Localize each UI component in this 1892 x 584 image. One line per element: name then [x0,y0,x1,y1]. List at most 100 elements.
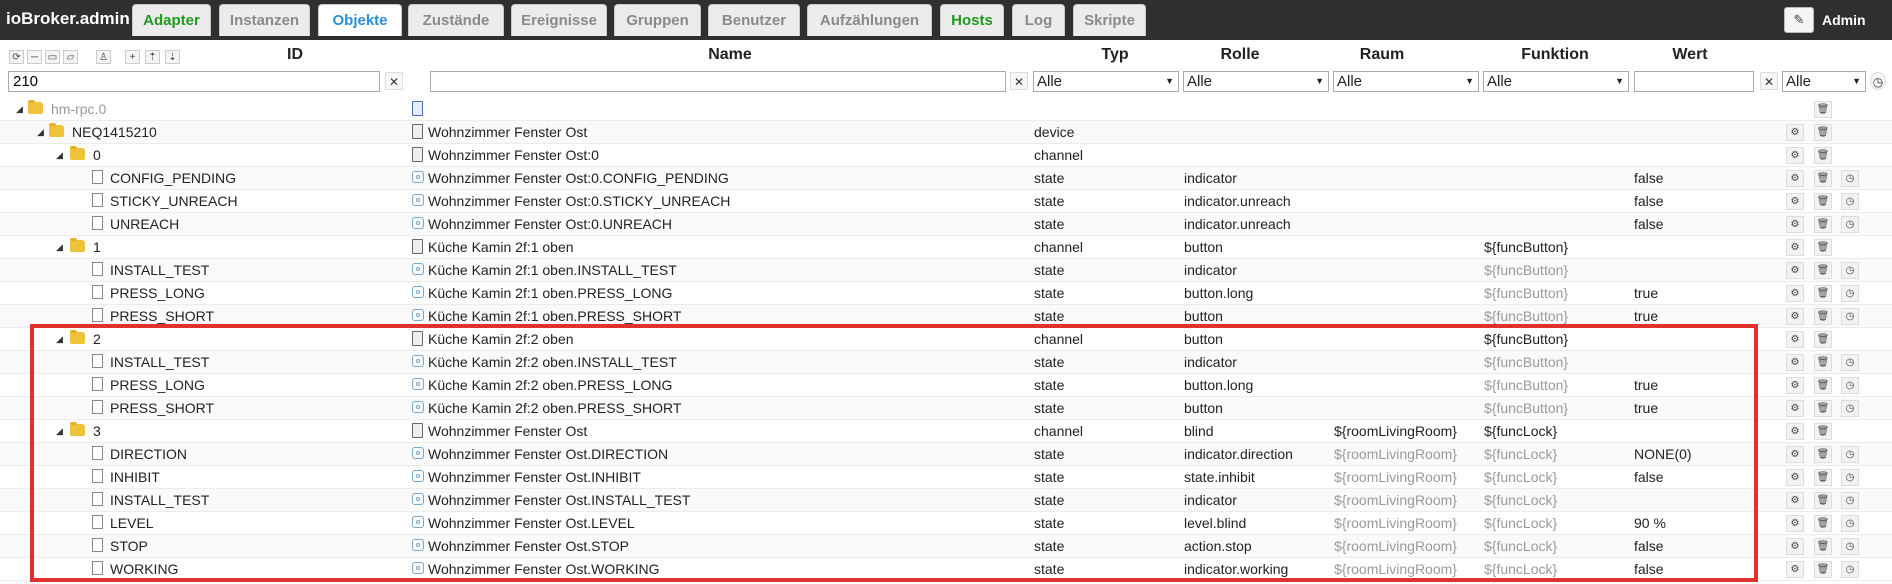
delete-button[interactable]: 🗑 [1814,308,1832,325]
upload-icon[interactable]: ⇡ [145,50,160,64]
role-filter-select[interactable]: Alle ▼ [1183,71,1329,92]
table-row[interactable]: LEVEL Wohnzimmer Fenster Ost.LEVEL state le… [0,512,1892,535]
settings-button[interactable]: ⚙ [1786,492,1804,509]
value-filter-input[interactable] [1634,71,1754,92]
history-button[interactable]: ◷ [1841,561,1859,578]
history-button[interactable]: ◷ [1841,285,1859,302]
user-label[interactable]: Admin [1822,12,1866,28]
table-row[interactable]: INSTALL_TEST Küche Kamin 2f:2 oben.INSTAL… [0,351,1892,374]
name-filter-input[interactable] [430,71,1006,92]
settings-button[interactable]: ⚙ [1786,216,1804,233]
table-row[interactable]: CONFIG_PENDING Wohnzimmer Fenster Ost:0.C… [0,167,1892,190]
tab-objekte[interactable]: Objekte [318,4,402,36]
history-button[interactable]: ◷ [1841,262,1859,279]
expand-triangle-icon[interactable]: ◢ [16,104,23,115]
settings-button[interactable]: ⚙ [1786,285,1804,302]
table-row[interactable]: ◢ 0 Wohnzimmer Fenster Ost:0 channel ⚙ 🗑 [0,144,1892,167]
settings-button[interactable]: ⚙ [1786,446,1804,463]
delete-button[interactable]: 🗑 [1814,446,1832,463]
clock-icon[interactable]: ◷ [1870,72,1886,90]
add-icon[interactable]: + [125,50,140,64]
table-row[interactable]: INSTALL_TEST Küche Kamin 2f:1 oben.INSTAL… [0,259,1892,282]
tab-benutzer[interactable]: Benutzer [708,4,800,36]
refresh-icon[interactable]: ⟳ [9,50,24,64]
history-button[interactable]: ◷ [1841,515,1859,532]
column-header-name[interactable]: Name [690,46,770,64]
expand-triangle-icon[interactable]: ◢ [56,426,63,437]
settings-button[interactable]: ⚙ [1786,331,1804,348]
history-button[interactable]: ◷ [1841,377,1859,394]
delete-button[interactable]: 🗑 [1814,193,1832,210]
collapse-all-icon[interactable]: ─ [27,50,42,64]
type-filter-select[interactable]: Alle ▼ [1033,71,1179,92]
user-icon[interactable]: ♙ [96,50,111,64]
table-row[interactable]: INSTALL_TEST Wohnzimmer Fenster Ost.INSTA… [0,489,1892,512]
settings-button[interactable]: ⚙ [1786,239,1804,256]
settings-button[interactable]: ⚙ [1786,147,1804,164]
tab-aufzählungen[interactable]: Aufzählungen [807,4,932,36]
delete-button[interactable]: 🗑 [1814,423,1832,440]
tab-skripte[interactable]: Skripte [1073,4,1146,36]
delete-button[interactable]: 🗑 [1814,124,1832,141]
delete-button[interactable]: 🗑 [1814,400,1832,417]
column-header-value[interactable]: Wert [1660,46,1720,64]
delete-button[interactable]: 🗑 [1814,515,1832,532]
settings-button[interactable]: ⚙ [1786,561,1804,578]
tab-ereignisse[interactable]: Ereignisse [511,4,607,36]
table-row[interactable]: ◢ 2 Küche Kamin 2f:2 oben channel button ${fu… [0,328,1892,351]
tab-log[interactable]: Log [1012,4,1065,36]
clear-id-filter-icon[interactable]: ✕ [385,72,403,90]
settings-button[interactable]: ⚙ [1786,400,1804,417]
delete-button[interactable]: 🗑 [1814,170,1832,187]
history-button[interactable]: ◷ [1841,216,1859,233]
delete-button[interactable]: 🗑 [1814,101,1832,118]
settings-button[interactable]: ⚙ [1786,538,1804,555]
tab-zustände[interactable]: Zustände [408,4,504,36]
clear-value-filter-icon[interactable]: ✕ [1760,72,1778,90]
history-button[interactable]: ◷ [1841,538,1859,555]
download-icon[interactable]: ⇣ [165,50,180,64]
settings-button[interactable]: ⚙ [1786,193,1804,210]
column-header-role[interactable]: Rolle [1205,46,1275,64]
table-row[interactable]: ◢ hm-rpc.0 🗑 [0,98,1892,121]
delete-button[interactable]: 🗑 [1814,239,1832,256]
open-folder-icon[interactable]: ▱ [63,50,78,64]
settings-button[interactable]: ⚙ [1786,469,1804,486]
expand-triangle-icon[interactable]: ◢ [37,127,44,138]
tab-hosts[interactable]: Hosts [940,4,1004,36]
delete-button[interactable]: 🗑 [1814,216,1832,233]
history-button[interactable]: ◷ [1841,308,1859,325]
table-row[interactable]: PRESS_LONG Küche Kamin 2f:2 oben.PRESS_LO… [0,374,1892,397]
expand-triangle-icon[interactable]: ◢ [56,150,63,161]
delete-button[interactable]: 🗑 [1814,331,1832,348]
delete-button[interactable]: 🗑 [1814,285,1832,302]
delete-button[interactable]: 🗑 [1814,469,1832,486]
table-row[interactable]: PRESS_SHORT Küche Kamin 2f:2 oben.PRESS_S… [0,397,1892,420]
function-filter-select[interactable]: Alle ▼ [1483,71,1629,92]
column-header-function[interactable]: Funktion [1510,46,1600,64]
settings-button[interactable]: ⚙ [1786,170,1804,187]
clear-name-filter-icon[interactable]: ✕ [1010,72,1028,90]
tab-instanzen[interactable]: Instanzen [219,4,310,36]
delete-button[interactable]: 🗑 [1814,354,1832,371]
delete-button[interactable]: 🗑 [1814,561,1832,578]
table-row[interactable]: ◢ 1 Küche Kamin 2f:1 oben channel button ${fu… [0,236,1892,259]
settings-button[interactable]: ⚙ [1786,308,1804,325]
settings-button[interactable]: ⚙ [1786,377,1804,394]
history-button[interactable]: ◷ [1841,193,1859,210]
table-row[interactable]: ◢ 3 Wohnzimmer Fenster Ost channel blind ${ro… [0,420,1892,443]
history-button[interactable]: ◷ [1841,492,1859,509]
history-button[interactable]: ◷ [1841,354,1859,371]
delete-button[interactable]: 🗑 [1814,377,1832,394]
settings-button[interactable]: ⚙ [1786,423,1804,440]
table-row[interactable]: INHIBIT Wohnzimmer Fenster Ost.INHIBIT sta… [0,466,1892,489]
tab-gruppen[interactable]: Gruppen [614,4,701,36]
column-header-type[interactable]: Typ [1085,46,1145,64]
room-filter-select[interactable]: Alle ▼ [1333,71,1479,92]
history-button[interactable]: ◷ [1841,446,1859,463]
table-row[interactable]: STICKY_UNREACH Wohnzimmer Fenster Ost:0.S… [0,190,1892,213]
table-row[interactable]: ◢ NEQ1415210 Wohnzimmer Fenster Ost device ⚙… [0,121,1892,144]
table-row[interactable]: PRESS_LONG Küche Kamin 2f:1 oben.PRESS_LO… [0,282,1892,305]
delete-button[interactable]: 🗑 [1814,147,1832,164]
history-button[interactable]: ◷ [1841,469,1859,486]
